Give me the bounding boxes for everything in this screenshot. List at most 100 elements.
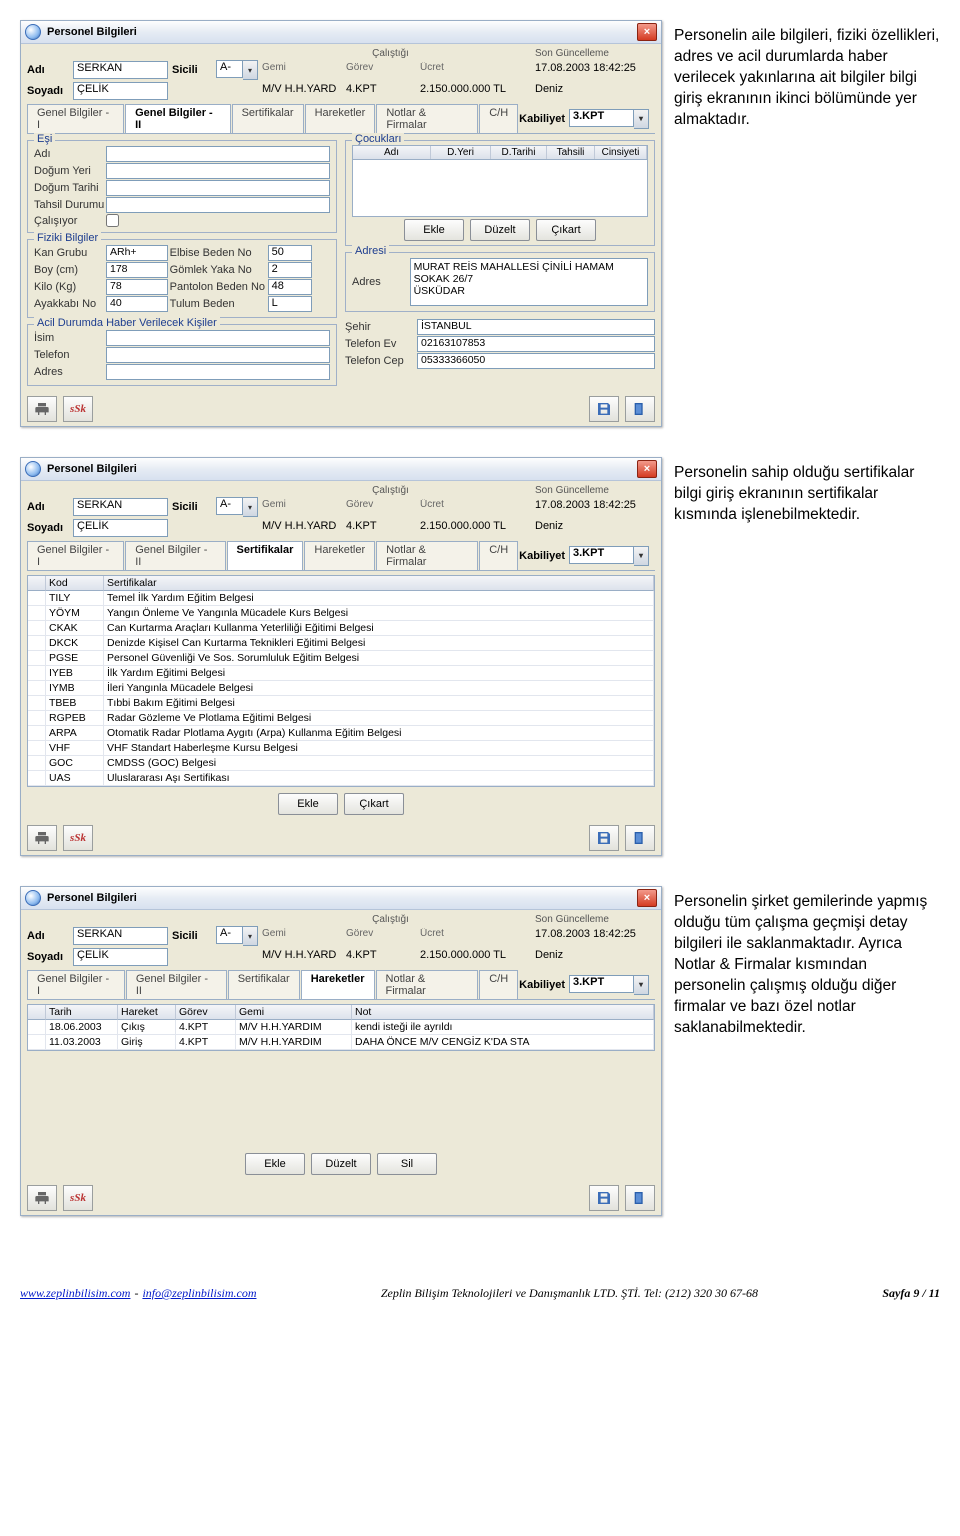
ssk-button[interactable]: sSk [63, 825, 93, 851]
table-row[interactable]: DKCKDenizde Kişisel Can Kurtarma Teknikl… [28, 636, 654, 651]
field-boy[interactable]: 178 [106, 262, 168, 278]
field-sehir[interactable]: İSTANBUL [417, 319, 655, 335]
tab-genel2[interactable]: Genel Bilgiler - II [125, 104, 231, 133]
checkbox-esi-calisiyor[interactable] [106, 214, 119, 227]
tab-genel2[interactable]: Genel Bilgiler - II [126, 970, 227, 999]
table-row[interactable]: CKAKCan Kurtarma Araçları Kullanma Yeter… [28, 621, 654, 636]
field-soyadi[interactable]: ÇELİK [73, 82, 168, 100]
button-cikart[interactable]: Çıkart [536, 219, 596, 241]
tab-sertifikalar[interactable]: Sertifikalar [228, 970, 300, 999]
field-pantolon[interactable]: 48 [268, 279, 312, 295]
tab-ch[interactable]: C/H [479, 970, 518, 999]
table-row[interactable]: GOCCMDSS (GOC) Belgesi [28, 756, 654, 771]
exit-button[interactable] [625, 1185, 655, 1211]
field-telcep[interactable]: 05333366050 [417, 353, 655, 369]
field-gomlek[interactable]: 2 [268, 262, 312, 278]
field-esi-adi[interactable] [106, 146, 330, 162]
certificates-grid[interactable]: KodSertifikalar TILYTemel İlk Yardım Eği… [27, 575, 655, 787]
table-row[interactable]: TILYTemel İlk Yardım Eğitim Belgesi [28, 591, 654, 606]
tab-hareketler[interactable]: Hareketler [305, 104, 376, 133]
tab-notlar[interactable]: Notlar & Firmalar [376, 104, 478, 133]
tab-genel1[interactable]: Genel Bilgiler - I [27, 541, 124, 570]
close-button[interactable]: × [637, 460, 657, 478]
field-tulum[interactable]: L [268, 296, 312, 312]
table-row[interactable]: 18.06.2003Çıkış4.KPTM/V H.H.YARDIMkendi … [28, 1020, 654, 1035]
tab-hareketler[interactable]: Hareketler [304, 541, 375, 570]
table-row[interactable]: IYEBİlk Yardım Eğitimi Belgesi [28, 666, 654, 681]
children-list[interactable] [352, 160, 648, 217]
ssk-button[interactable]: sSk [63, 1185, 93, 1211]
field-adres[interactable]: MURAT REİS MAHALLESİ ÇİNİLİ HAMAM SOKAK … [410, 258, 648, 306]
tab-genel2[interactable]: Genel Bilgiler - II [125, 541, 225, 570]
save-button[interactable] [589, 1185, 619, 1211]
combo-sicili[interactable]: A-▾ [216, 926, 258, 946]
button-ekle[interactable]: Ekle [278, 793, 338, 815]
tab-notlar[interactable]: Notlar & Firmalar [376, 970, 479, 999]
field-ayak[interactable]: 40 [106, 296, 168, 312]
close-button[interactable]: × [637, 23, 657, 41]
field-acil-adres[interactable] [106, 364, 330, 380]
table-row[interactable]: ARPAOtomatik Radar Plotlama Aygıtı (Arpa… [28, 726, 654, 741]
field-esi-dogyeri[interactable] [106, 163, 330, 179]
field-soyadi[interactable]: ÇELİK [73, 519, 168, 537]
combo-sicili[interactable]: A-▾ [216, 60, 258, 80]
print-button[interactable] [27, 396, 57, 422]
button-ekle[interactable]: Ekle [245, 1153, 305, 1175]
chevron-down-icon[interactable]: ▾ [243, 926, 258, 946]
chevron-down-icon[interactable]: ▾ [243, 60, 258, 80]
exit-button[interactable] [625, 396, 655, 422]
print-button[interactable] [27, 825, 57, 851]
exit-button[interactable] [625, 825, 655, 851]
tab-sertifikalar[interactable]: Sertifikalar [227, 541, 304, 570]
field-esi-dogtar[interactable] [106, 180, 330, 196]
tab-genel1[interactable]: Genel Bilgiler - I [27, 104, 124, 133]
table-row[interactable]: IYMBİleri Yangınla Mücadele Belgesi [28, 681, 654, 696]
save-button[interactable] [589, 396, 619, 422]
tab-ch[interactable]: C/H [479, 541, 518, 570]
combo-sicili[interactable]: A-▾ [216, 497, 258, 517]
field-adi[interactable]: SERKAN [73, 498, 168, 516]
field-telev[interactable]: 02163107853 [417, 336, 655, 352]
field-soyadi[interactable]: ÇELİK [73, 948, 168, 966]
combo-kabiliyet[interactable]: 3.KPT▾ [569, 975, 649, 995]
table-row[interactable]: VHFVHF Standart Haberleşme Kursu Belgesi [28, 741, 654, 756]
tab-notlar[interactable]: Notlar & Firmalar [376, 541, 478, 570]
tab-hareketler[interactable]: Hareketler [301, 970, 375, 999]
button-cikart[interactable]: Çıkart [344, 793, 404, 815]
chevron-down-icon[interactable]: ▾ [634, 546, 649, 566]
chevron-down-icon[interactable]: ▾ [243, 497, 258, 517]
footer-mail[interactable]: info@zeplinbilisim.com [142, 1286, 256, 1301]
footer-url[interactable]: www.zeplinbilisim.com [20, 1286, 130, 1301]
tab-ch[interactable]: C/H [479, 104, 518, 133]
chevron-down-icon[interactable]: ▾ [634, 109, 649, 129]
table-row[interactable]: PGSEPersonel Güvenliği Ve Sos. Sorumlulu… [28, 651, 654, 666]
table-row[interactable]: 11.03.2003Giriş4.KPTM/V H.H.YARDIMDAHA Ö… [28, 1035, 654, 1050]
field-kan[interactable]: ARh+ [106, 245, 168, 261]
field-esi-tahdur[interactable] [106, 197, 330, 213]
button-ekle[interactable]: Ekle [404, 219, 464, 241]
field-acil-isim[interactable] [106, 330, 330, 346]
combo-kabiliyet[interactable]: 3.KPT▾ [569, 109, 649, 129]
button-duzelt[interactable]: Düzelt [311, 1153, 371, 1175]
ssk-button[interactable]: sSk [63, 396, 93, 422]
header-songuncelleme: Son Güncelleme [535, 48, 655, 59]
table-row[interactable]: RGPEBRadar Gözleme Ve Plotlama Eğitimi B… [28, 711, 654, 726]
field-elbise[interactable]: 50 [268, 245, 312, 261]
table-row[interactable]: YÖYMYangın Önleme Ve Yangınla Mücadele K… [28, 606, 654, 621]
save-button[interactable] [589, 825, 619, 851]
close-button[interactable]: × [637, 889, 657, 907]
table-row[interactable]: TBEBTıbbi Bakım Eğitimi Belgesi [28, 696, 654, 711]
table-row[interactable]: UASUluslararası Aşı Sertifikası [28, 771, 654, 786]
button-sil[interactable]: Sil [377, 1153, 437, 1175]
field-adi[interactable]: SERKAN [73, 927, 168, 945]
print-button[interactable] [27, 1185, 57, 1211]
chevron-down-icon[interactable]: ▾ [634, 975, 649, 995]
field-adi[interactable]: SERKAN [73, 61, 168, 79]
tab-genel1[interactable]: Genel Bilgiler - I [27, 970, 125, 999]
movements-grid[interactable]: Tarih Hareket Görev Gemi Not 18.06.2003Ç… [27, 1004, 655, 1051]
field-acil-tel[interactable] [106, 347, 330, 363]
tab-sertifikalar[interactable]: Sertifikalar [232, 104, 304, 133]
button-duzelt[interactable]: Düzelt [470, 219, 530, 241]
combo-kabiliyet[interactable]: 3.KPT▾ [569, 546, 649, 566]
field-kilo[interactable]: 78 [106, 279, 168, 295]
